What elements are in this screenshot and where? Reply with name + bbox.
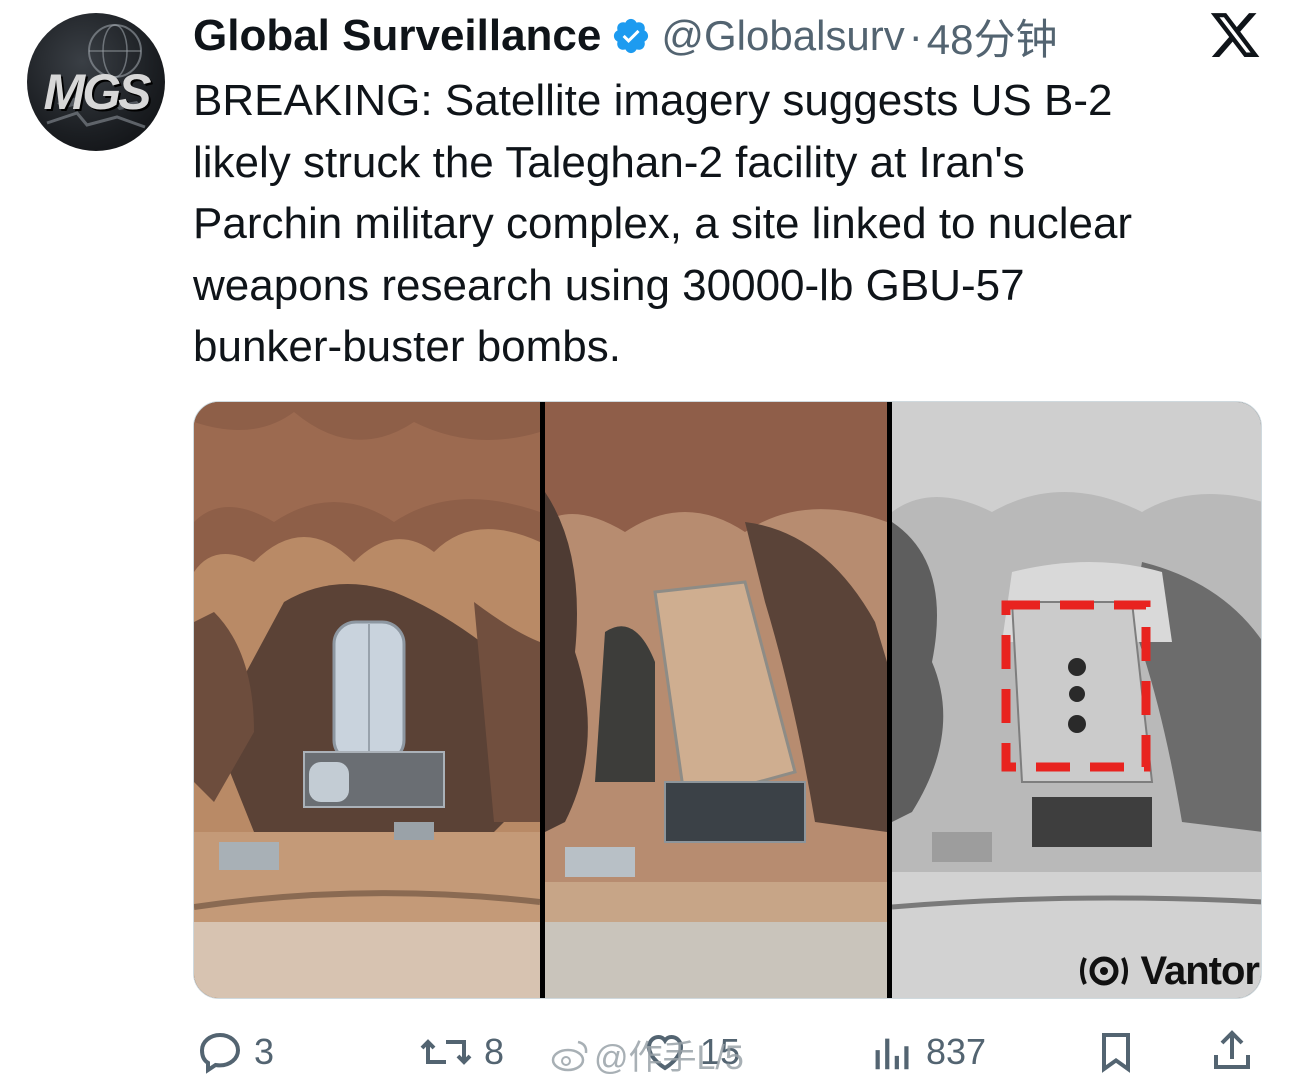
tweet-line: BREAKING: Satellite imagery suggests US … [193,76,1113,125]
vantor-logo-icon [1079,956,1128,986]
reply-icon [199,1032,241,1074]
weibo-watermark: @作手L/5 [550,1030,744,1079]
tweet-header: Global Surveillance @Globalsurv · 48分钟 [193,6,1057,66]
bookmark-button[interactable] [1092,1028,1140,1076]
retweet-count: 8 [484,1031,505,1072]
retweet-button[interactable]: 8 [418,1028,504,1076]
weibo-logo-icon [551,1040,588,1071]
retweet-icon [420,1039,472,1065]
views-chart-icon [875,1038,909,1070]
tweet-timestamp[interactable]: 48分钟 [927,6,1058,67]
author-handle[interactable]: @Globalsurv [661,12,904,60]
satellite-panel-after [545,402,887,998]
bookmark-icon [1102,1033,1130,1073]
tweet-line: Parchin military complex, a site linked … [193,199,1133,248]
satellite-panel-before [194,402,540,998]
reply-count: 3 [254,1031,275,1072]
tweet-line: likely struck the Taleghan-2 facility at… [193,137,1025,187]
x-logo-icon[interactable] [1208,8,1262,62]
vantor-watermark-text: Vantor [1140,948,1260,993]
vantor-watermark: Vantor [1075,948,1260,994]
author-name[interactable]: Global Surveillance [193,11,601,61]
satellite-panel-annotated: Vantor [892,402,1261,998]
weibo-watermark-text: @作手L/5 [594,1039,744,1077]
author-avatar[interactable]: MGS [27,13,165,151]
reply-button[interactable]: 3 [196,1028,274,1076]
verified-badge-icon [611,16,651,56]
avatar-logo-text: MGS [43,64,152,120]
tweet-media-image[interactable]: Vantor [193,401,1262,999]
views-count: 837 [926,1031,987,1072]
header-separator: · [908,12,923,59]
views-button[interactable]: 837 [870,1028,986,1076]
tweet-line: bunker-buster bombs. [193,322,621,371]
share-icon [1214,1030,1250,1069]
share-button[interactable] [1208,1026,1256,1076]
tweet-line: weapons research using 30000-lb GBU-57 [193,260,1025,310]
tweet-body: BREAKING: Satellite imagery suggests US … [193,70,1253,378]
